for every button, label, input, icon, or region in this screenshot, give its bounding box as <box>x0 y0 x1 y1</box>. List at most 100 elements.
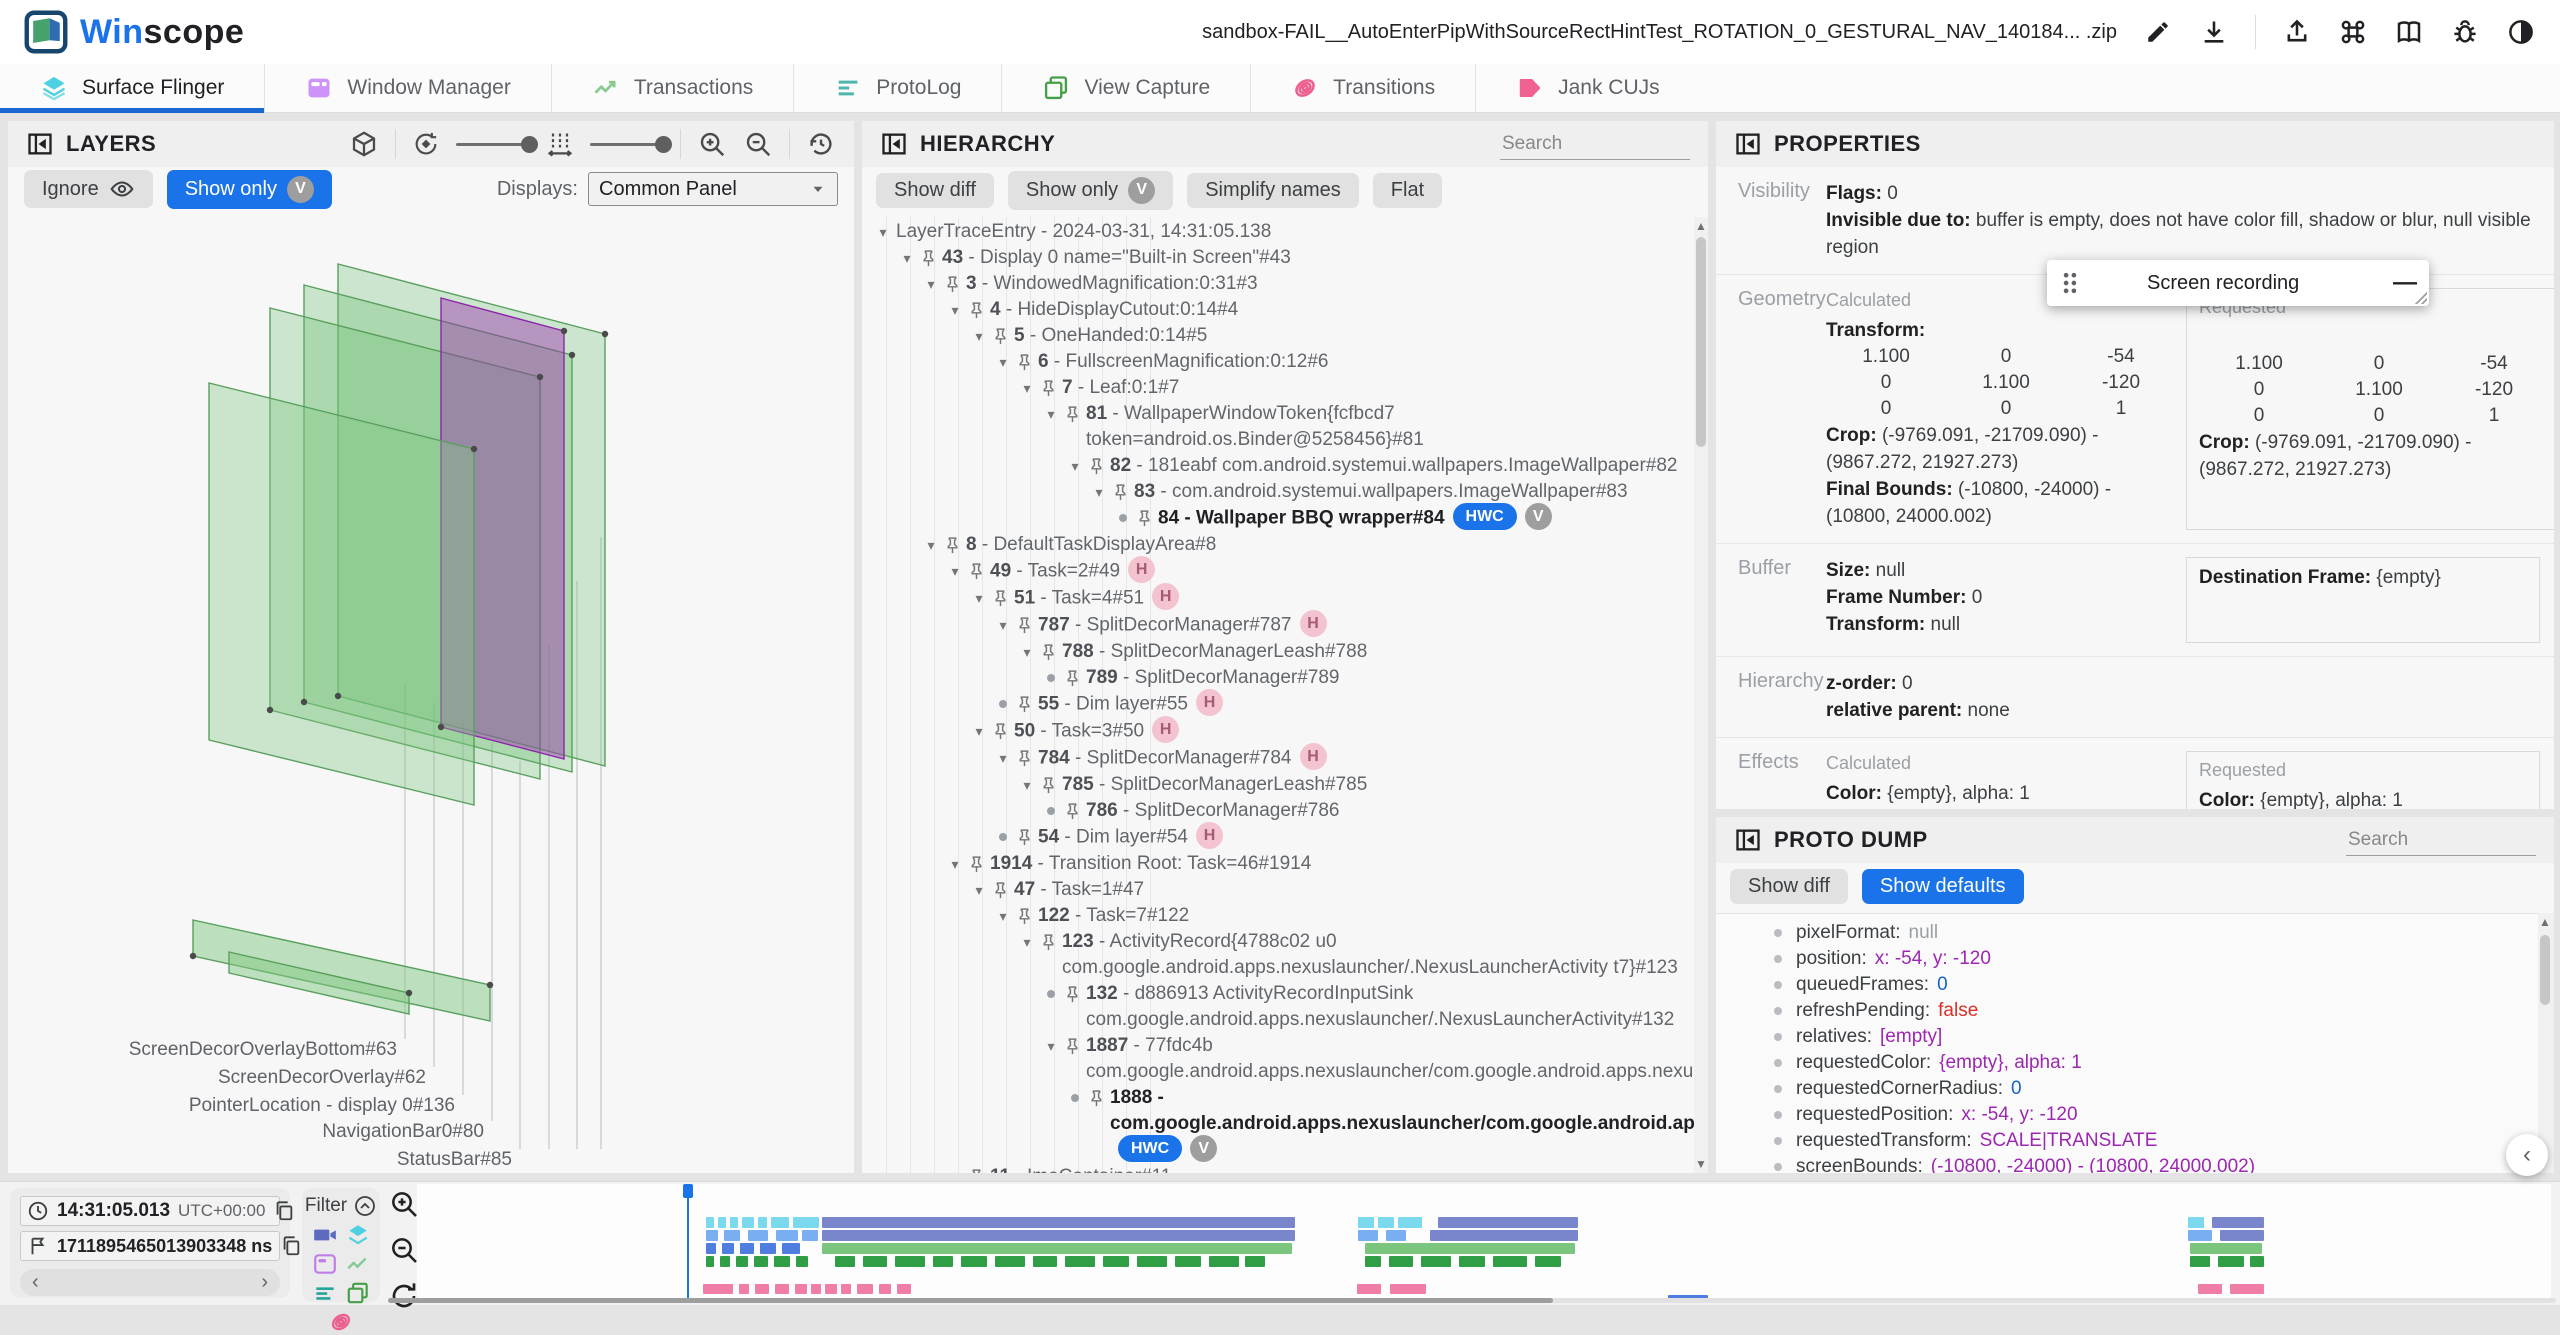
timeline-segment[interactable] <box>1033 1256 1057 1267</box>
tree-node[interactable]: ▾ LayerTraceEntry - 2024-03-31, 14:31:05.… <box>862 219 1694 245</box>
timeline-segment[interactable] <box>795 1284 807 1294</box>
proto-show-defaults-chip[interactable]: Show defaults <box>1861 868 2024 904</box>
timeline-segment[interactable] <box>1357 1284 1381 1294</box>
timeline-segment[interactable] <box>776 1230 798 1241</box>
pin-icon[interactable] <box>968 297 990 320</box>
timeline-segment[interactable] <box>1137 1256 1167 1267</box>
timeline-segment[interactable] <box>782 1243 800 1254</box>
proto-scrollbar[interactable]: ▲ <box>2538 913 2554 1173</box>
tree-node[interactable]: 132 - d886913 ActivityRecordInputSink co… <box>862 981 1694 1033</box>
timeline-segment[interactable] <box>835 1256 855 1267</box>
tree-node[interactable]: ▾ 1914 - Transition Root: Task=46#1914 <box>862 851 1694 877</box>
expand-arrow-icon[interactable]: ▾ <box>990 349 1016 375</box>
timeline-cursor-handle[interactable] <box>683 1184 693 1198</box>
timeline-segment[interactable] <box>2212 1217 2264 1228</box>
tree-node[interactable]: ▾ 8 - DefaultTaskDisplayArea#8 <box>862 532 1694 558</box>
timeline-segment[interactable] <box>1365 1256 1381 1267</box>
layer-rect[interactable] <box>208 382 475 806</box>
tree-node[interactable]: ▾ 784 - SplitDecorManager#784 H <box>862 743 1694 772</box>
layer-name-label[interactable]: PointerLocation - display 0#136 <box>189 1095 455 1116</box>
expand-arrow-icon[interactable]: ▾ <box>1038 1033 1064 1059</box>
pin-icon[interactable] <box>944 532 966 555</box>
timeline-segment[interactable] <box>724 1230 740 1241</box>
timeline-reset-zoom-icon[interactable] <box>388 1280 420 1312</box>
expand-arrow-icon[interactable]: ▾ <box>894 245 920 271</box>
view-capture-filter-icon[interactable] <box>345 1280 371 1306</box>
layer-name-label[interactable]: ScreenDecorOverlayBottom#63 <box>129 1039 397 1060</box>
pin-icon[interactable] <box>1040 375 1062 398</box>
timeline-segment[interactable] <box>825 1284 837 1294</box>
timeline-segment[interactable] <box>1398 1217 1422 1228</box>
timeline-segment[interactable] <box>895 1256 925 1267</box>
expand-arrow-icon[interactable]: ▾ <box>918 532 944 558</box>
window-manager-filter-icon[interactable] <box>312 1251 338 1277</box>
tree-node[interactable]: ▾ 1887 - 77fdc4b com.google.android.apps.… <box>862 1033 1694 1085</box>
edit-title-icon[interactable] <box>2143 17 2173 47</box>
timeline-segment[interactable] <box>841 1284 851 1294</box>
tree-node[interactable]: 786 - SplitDecorManager#786 <box>862 798 1694 824</box>
timeline-segment[interactable] <box>758 1217 767 1228</box>
tree-node[interactable]: 54 - Dim layer#54 H <box>862 822 1694 851</box>
timeline-segment[interactable] <box>1438 1217 1578 1228</box>
timeline-segment[interactable] <box>802 1230 818 1241</box>
timeline-segment[interactable] <box>857 1284 873 1294</box>
proto-property-row[interactable]: relatives: [empty] <box>1716 1024 2538 1050</box>
tree-node[interactable]: ▾ 81 - WallpaperWindowToken{fcfbcd7 token… <box>862 401 1694 453</box>
copy-icon[interactable] <box>280 1235 302 1257</box>
ignore-hidden-chip[interactable]: Ignore <box>24 170 153 208</box>
expand-arrow-icon[interactable]: ▾ <box>1014 772 1040 798</box>
timeline-segment[interactable] <box>1459 1256 1485 1267</box>
timeline-segment[interactable] <box>2218 1256 2244 1267</box>
timeline-segment[interactable] <box>822 1243 1292 1254</box>
tree-node[interactable]: ▾ 123 - ActivityRecord{4788c02 u0 com.goo… <box>862 929 1694 981</box>
timeline-segment[interactable] <box>1389 1256 1413 1267</box>
pin-icon[interactable] <box>992 877 1014 900</box>
tree-node[interactable]: ▾ 51 - Task=4#51 H <box>862 583 1694 612</box>
pin-icon[interactable] <box>968 558 990 581</box>
scroll-down-icon[interactable]: ▼ <box>1694 1157 1708 1171</box>
pin-icon[interactable] <box>1040 929 1062 952</box>
tab-transitions[interactable]: Transitions <box>1250 64 1475 112</box>
tree-node[interactable]: ▾ 787 - SplitDecorManager#787 H <box>862 610 1694 639</box>
pin-icon[interactable] <box>992 323 1014 346</box>
next-frame-icon[interactable]: › <box>261 1271 268 1294</box>
collapse-panel-icon[interactable] <box>26 130 54 158</box>
pin-icon[interactable] <box>1016 745 1038 768</box>
timeline-segment[interactable] <box>739 1284 749 1294</box>
timeline-zoom-out-icon[interactable] <box>388 1234 420 1266</box>
tree-node[interactable]: 789 - SplitDecorManager#789 <box>862 665 1694 691</box>
timeline-segment[interactable] <box>730 1217 738 1228</box>
timeline-segment[interactable] <box>736 1256 748 1267</box>
zoom-in-icon[interactable] <box>697 129 727 159</box>
collapse-panel-icon[interactable] <box>1734 130 1762 158</box>
timeline-segment[interactable] <box>706 1243 716 1254</box>
previous-frame-icon[interactable]: ‹ <box>32 1271 39 1294</box>
timeline-segment[interactable] <box>760 1243 776 1254</box>
surface-flinger-filter-icon[interactable] <box>345 1222 371 1248</box>
timeline-segment[interactable] <box>1358 1230 1378 1241</box>
timeline-segment[interactable] <box>1386 1230 1406 1241</box>
timeline-segment[interactable] <box>897 1284 911 1294</box>
timeline-segment[interactable] <box>2198 1284 2222 1294</box>
timeline-segment[interactable] <box>793 1217 819 1228</box>
proto-property-row[interactable]: requestedCornerRadius: 0 <box>1716 1076 2538 1102</box>
proto-property-row[interactable]: requestedPosition: x: -54, y: -120 <box>1716 1102 2538 1128</box>
upload-trace-icon[interactable] <box>2282 17 2312 47</box>
rotation-slider[interactable] <box>456 135 538 153</box>
timeline-segment[interactable] <box>703 1284 733 1294</box>
download-trace-icon[interactable] <box>2199 17 2229 47</box>
timeline-segment[interactable] <box>822 1230 1295 1241</box>
proto-property-row[interactable]: position: x: -54, y: -120 <box>1716 946 2538 972</box>
pin-icon[interactable] <box>992 718 1014 741</box>
pin-icon[interactable] <box>1064 981 1086 1004</box>
expand-arrow-icon[interactable]: ▾ <box>990 745 1016 771</box>
pin-icon[interactable] <box>944 271 966 294</box>
expand-arrow-icon[interactable]: ▾ <box>1062 453 1088 479</box>
timeline-segment[interactable] <box>1175 1256 1201 1267</box>
pin-icon[interactable] <box>1064 665 1086 688</box>
tree-node[interactable]: 84 - Wallpaper BBQ wrapper#84 HWC V <box>862 503 1694 532</box>
timeline-segment[interactable] <box>1430 1230 1578 1241</box>
timeline-segment[interactable] <box>706 1217 714 1228</box>
pin-icon[interactable] <box>1088 453 1110 476</box>
drag-handle-icon[interactable] <box>2059 270 2081 296</box>
